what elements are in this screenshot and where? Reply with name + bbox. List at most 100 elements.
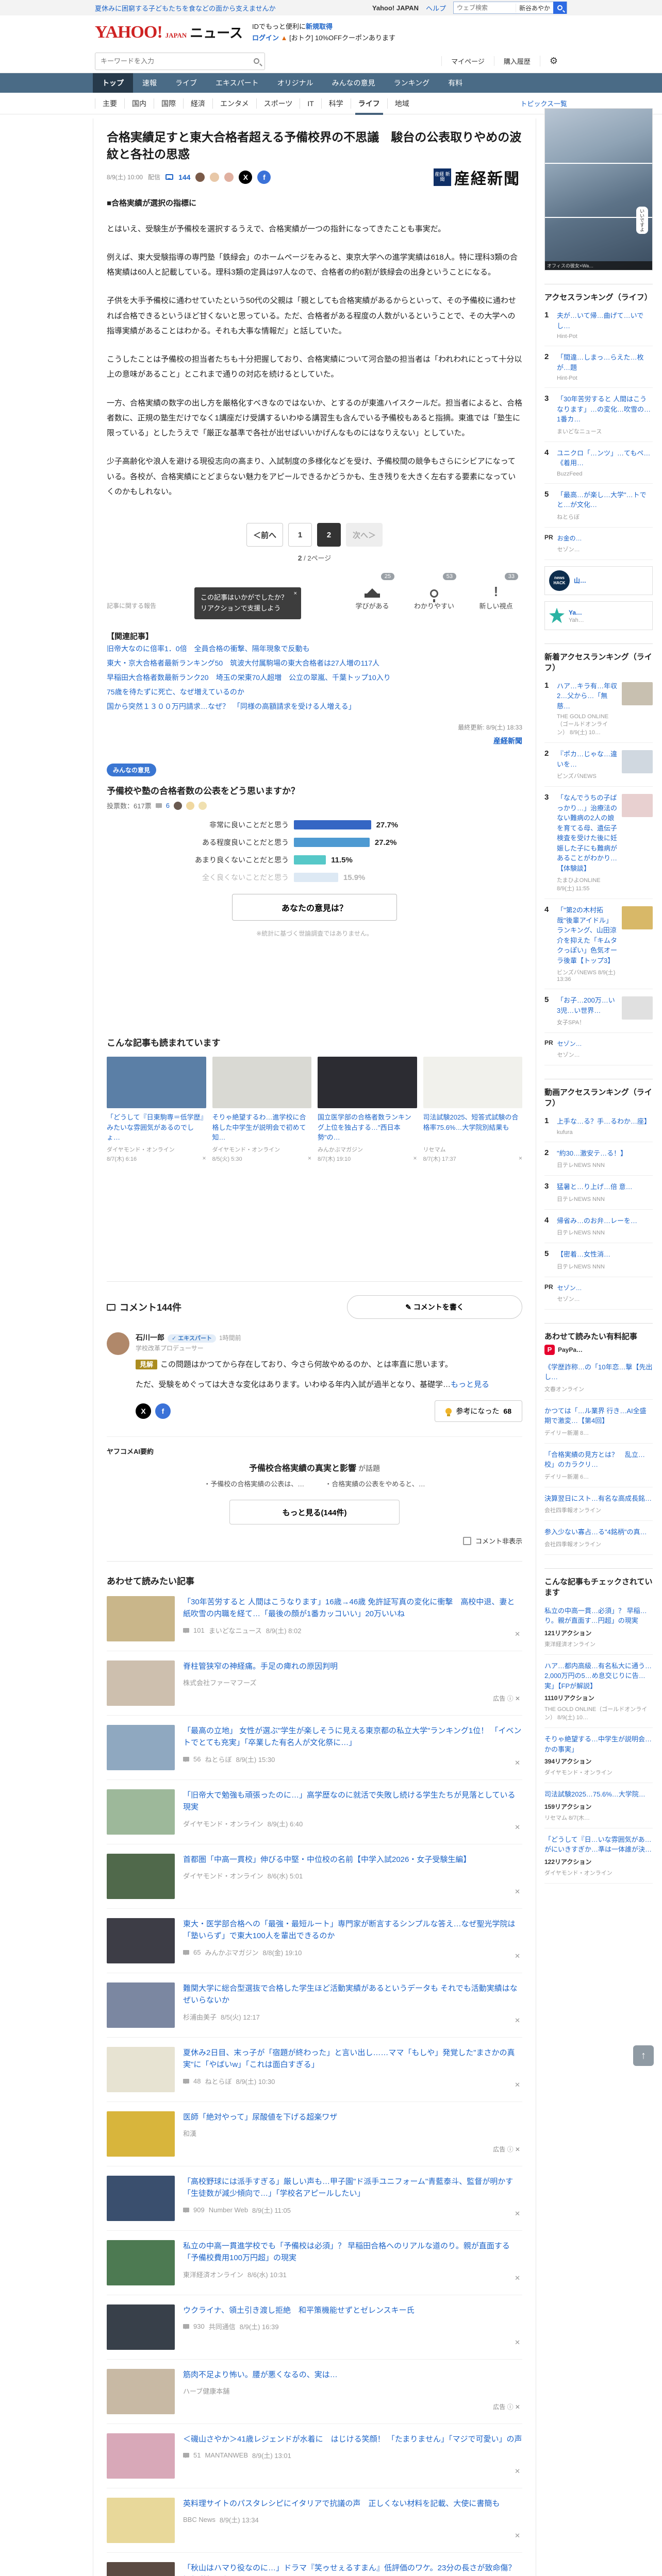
- item-title[interactable]: 英料理サイトのパスタレシピにイタリアで抗議の声 正しくない材料を記載、大使に書簡…: [183, 2498, 522, 2510]
- category-tab[interactable]: 地域: [387, 98, 417, 109]
- ranking-item[interactable]: 1 上手な…る？手…るわか…座】 kufura: [544, 1110, 653, 1142]
- history-link[interactable]: 購入履歴: [493, 56, 540, 66]
- ranking-item[interactable]: 3 「なんでうちの子ばっかり…」治療法のない難病の2人の娘を育てる母、遺伝子検査…: [544, 787, 653, 899]
- keyword-search-box[interactable]: [95, 52, 265, 70]
- keyword-search-input[interactable]: [101, 57, 254, 65]
- read-also-item[interactable]: 医師「絶対やって」尿酸値を下げる超楽ワザ 和漢 ✕ 広告 ⓘ ✕: [107, 2102, 522, 2167]
- close-icon[interactable]: ✕: [515, 2016, 520, 2025]
- read-also-item[interactable]: 「秋山はハマり役なのに…」ドラマ『笑ゥせぇるすまん』低評価のワケ。23分の長さが…: [107, 2553, 522, 2576]
- write-comment-button[interactable]: ✎ コメントを書く: [347, 1295, 522, 1319]
- poll-option[interactable]: 非常に良いことだと思う 27.7%: [170, 820, 459, 830]
- category-tab[interactable]: 主要: [95, 98, 124, 109]
- read-also-item[interactable]: 首都圏「中高一貫校」伸びる中堅・中位校の名前【中学入試2026・女子受験生編】 …: [107, 1844, 522, 1909]
- read-also-item[interactable]: 筋肉不足より怖い。腰が悪くなるの、実は… ハーブ健康本舗 ✕ 広告 ⓘ ✕: [107, 2360, 522, 2425]
- read-also-item[interactable]: 「高校野球には派手すぎる」厳しい声も…甲子園"ド派手ユニフォーム"青藍泰斗、監督…: [107, 2166, 522, 2231]
- checked-article-item[interactable]: 司法試験2025…75.6%…大学院… 159リアクション リセマム 8/7(木…: [544, 1783, 653, 1828]
- item-title[interactable]: 東大・医学部合格への「最強・最短ルート」専門家が断言するシンプルな答え…なぜ聖光…: [183, 1918, 522, 1942]
- item-title[interactable]: 私立の中高一貫進学校でも「予備校は必須」？ 早稲田合格へのリアルな道のり。親が直…: [183, 2240, 522, 2264]
- poll-option[interactable]: 全く良くないことだと思う 15.9%: [170, 872, 459, 883]
- commenter-name[interactable]: 石川一郎: [136, 1333, 164, 1342]
- checked-article-item[interactable]: 私立の中高一貫…必須」？ 早稲…り。親が直面す…円超」の現実 121リアクション…: [544, 1600, 653, 1655]
- read-also-item[interactable]: 脊柱管狭窄の神経痛。手足の痺れの原因判明 株式会社ファーマフーズ ✕ 広告 ⓘ …: [107, 1651, 522, 1716]
- item-title[interactable]: 夏休み2日目、末っ子が「宿題が終わった」と言い出し……ママ「もしや」発覚した"ま…: [183, 2047, 522, 2071]
- item-title[interactable]: ハア…キラ有…年収2…父から…「無慈…: [557, 681, 618, 711]
- card-title[interactable]: そりゃ絶望するわ…進学校に合格した中学生が説明会で初めて知…: [212, 1112, 312, 1142]
- help-link[interactable]: ヘルプ: [426, 3, 446, 13]
- item-title[interactable]: 脊柱管狭窄の神経痛。手足の痺れの原因判明: [183, 1660, 522, 1672]
- nav-tab[interactable]: 速報: [133, 73, 166, 93]
- close-icon[interactable]: ×: [413, 1155, 417, 1163]
- poll-option[interactable]: あまり良くないことだと思う 11.5%: [170, 855, 459, 865]
- item-title[interactable]: 「高校野球には派手すぎる」厳しい声も…甲子園"ド派手ユニフォーム"青藍泰斗、監督…: [183, 2176, 522, 2200]
- publisher-logo[interactable]: 産経 新聞 産経新聞: [434, 166, 520, 189]
- ranking-item[interactable]: 5 【密着…女性消… 日テレNEWS NNN: [544, 1243, 653, 1277]
- item-title[interactable]: 上手な…る？手…るわか…座】: [557, 1116, 651, 1127]
- item-title[interactable]: 「間違…しまっ…らえた…枚が…題: [557, 352, 653, 372]
- poll-comment-count[interactable]: 6: [166, 802, 170, 809]
- ranking-item[interactable]: 3 猛暑と…り上げ…倍 意… 日テレNEWS NNN: [544, 1176, 653, 1210]
- signup-link[interactable]: 新規取得: [306, 23, 333, 30]
- close-icon[interactable]: ×: [308, 1155, 311, 1163]
- reaction-learned[interactable]: 25 学びがある: [350, 573, 394, 611]
- paid-article-item[interactable]: 《学歴詐称…の「10年恋…撃【先出し… 文春オンライン: [544, 1356, 653, 1400]
- read-also-item[interactable]: 英料理サイトのパスタレシピにイタリアで抗議の声 正しくない材料を記載、大使に書簡…: [107, 2488, 522, 2553]
- helpful-button[interactable]: 参考になった 68: [435, 1400, 522, 1422]
- read-also-item[interactable]: 東大・医学部合格への「最強・最短ルート」専門家が断言するシンプルな答え…なぜ聖光…: [107, 1909, 522, 1974]
- ranking-item[interactable]: 5 「お子…200万…い3児…い世界… 女子SPA！: [544, 989, 653, 1033]
- close-icon[interactable]: ×: [294, 589, 297, 599]
- item-title[interactable]: 医師「絶対やって」尿酸値を下げる超楽ワザ: [183, 2111, 522, 2123]
- page-1-button[interactable]: 1: [288, 523, 312, 547]
- item-title[interactable]: 【密着…女性消…: [557, 1249, 610, 1260]
- item-title[interactable]: 「"第2の木村拓哉"後輩アイドル」ランキング、山田涼介を抑えた「キムタクっぽい」…: [557, 905, 618, 965]
- related-link[interactable]: 国から突然１３００万円請求…なぜ？ 「同様の高額請求を受ける人増える」: [107, 702, 356, 710]
- web-search-box[interactable]: 新谷あやか: [453, 2, 567, 14]
- mypage-link[interactable]: マイページ: [441, 56, 494, 66]
- category-tab[interactable]: 国内: [124, 98, 154, 109]
- reaction-new-view[interactable]: 33 ! 新しい視点: [474, 573, 518, 611]
- facebook-share-icon[interactable]: f: [257, 170, 271, 184]
- reaction-clear[interactable]: 53 わかりやすい: [412, 573, 456, 611]
- ranking-item[interactable]: 2 "約30…激安テ…る！】 日テレNEWS NNN: [544, 1142, 653, 1176]
- ad-label[interactable]: 広告 ⓘ ✕: [493, 2402, 520, 2411]
- web-search-input[interactable]: [453, 4, 516, 11]
- item-title[interactable]: ＜磯山さやか＞41歳レジェンドが水着に はじける笑顔！ 「たまりません」「マジで…: [183, 2433, 522, 2445]
- item-title[interactable]: 「合格実績の見方とは？ 乱立…校」のカラクリ…: [544, 1450, 653, 1470]
- yahoo-japan-link[interactable]: Yahoo! JAPAN: [372, 4, 419, 12]
- promo-link[interactable]: 夏休みに困窮する子どもたちを食などの面から支えませんか: [95, 3, 276, 13]
- item-title[interactable]: ハア…都内高級…有名私大に通う…2,000万円の5…め息交じりに告…実」【FPが…: [544, 1661, 653, 1691]
- vote-button[interactable]: あなたの意見は？: [232, 894, 397, 921]
- gear-icon[interactable]: ⚙: [539, 56, 567, 66]
- more-comments-button[interactable]: もっと見る(144件): [229, 1500, 400, 1525]
- ranking-item[interactable]: 1 夫が…いて帰…曲げて…いでし… Hint-Pot: [544, 304, 653, 346]
- nav-tab[interactable]: 有料: [439, 73, 472, 93]
- item-title[interactable]: ウクライナ、領土引き渡し拒絶 和平策機能せずとゼレンスキー氏: [183, 2304, 522, 2316]
- nav-tab[interactable]: ライブ: [166, 73, 206, 93]
- topics-list-link[interactable]: トピックス一覧: [520, 98, 567, 108]
- read-also-item[interactable]: 「30年苦労すると 人間はこうなります」16歳→46歳 免許証写真の変化に衝撃 …: [107, 1587, 522, 1652]
- paid-article-item[interactable]: 「合格実績の見方とは？ 乱立…校」のカラクリ… デイリー新潮 6…: [544, 1444, 653, 1487]
- ranking-item[interactable]: 4 帰省み…のお弁…レーを… 日テレNEWS NNN: [544, 1210, 653, 1243]
- related-link[interactable]: 旧帝大なのに倍率1．0倍 全員合格の衝撃、隔年現象で反動も: [107, 645, 310, 653]
- ranking-item[interactable]: 3 「30年苦労すると 人間はこうなります」…の変化…吹雪の…1番カ… まいどな…: [544, 388, 653, 442]
- item-title[interactable]: 難関大学に総合型選抜で合格した学生ほど活動実績があるというデータも それでも活動…: [183, 1982, 522, 2007]
- close-icon[interactable]: ✕: [515, 1759, 520, 1767]
- close-icon[interactable]: ✕: [515, 2274, 520, 2282]
- item-title[interactable]: 「30年苦労すると 人間はこうなります」16歳→46歳 免許証写真の変化に衝撃 …: [183, 1596, 522, 1620]
- article-card[interactable]: 「どうして『日東駒専＝低学歴』みたいな雰囲気があるのでしょ… ダイヤモンド・オン…: [107, 1057, 206, 1163]
- ranking-item[interactable]: 4 「"第2の木村拓哉"後輩アイドル」ランキング、山田涼介を抑えた「キムタクっぽ…: [544, 899, 653, 989]
- close-icon[interactable]: ✕: [515, 2467, 520, 2476]
- read-more-link[interactable]: もっと見る: [451, 1380, 489, 1389]
- nav-tab[interactable]: みんなの意見: [323, 73, 385, 93]
- close-icon[interactable]: ✕: [515, 2532, 520, 2540]
- card-title[interactable]: 国立医学部の合格者数ランキング上位を独占する…"西日本勢"の…: [318, 1112, 417, 1142]
- card-title[interactable]: 司法試験2025、短答式試験の合格率75.6%…大学院別結果も: [423, 1112, 523, 1142]
- item-title[interactable]: 「お子…200万…い3児…い世界…: [557, 995, 618, 1015]
- category-tab[interactable]: 経済: [183, 98, 212, 109]
- ranking-item[interactable]: 4 ユニクロ「…ンツ」…てもペ…《着用… BuzzFeed: [544, 442, 653, 484]
- paid-article-item[interactable]: かつては「…ル業界 行き…AI全盛期で激変…【第4回】 デイリー新潮 8…: [544, 1400, 653, 1444]
- item-title[interactable]: 《学歴詐称…の「10年恋…撃【先出し…: [544, 1362, 653, 1382]
- item-title[interactable]: 「最高…が楽し…大学"…トでと…が文化…: [557, 490, 653, 510]
- item-title[interactable]: 「30年苦労すると 人間はこうなります」…の変化…吹雪の…1番カ…: [557, 394, 653, 425]
- category-tab[interactable]: エンタメ: [212, 98, 256, 109]
- ad-label[interactable]: 広告 ⓘ ✕: [493, 1694, 520, 1703]
